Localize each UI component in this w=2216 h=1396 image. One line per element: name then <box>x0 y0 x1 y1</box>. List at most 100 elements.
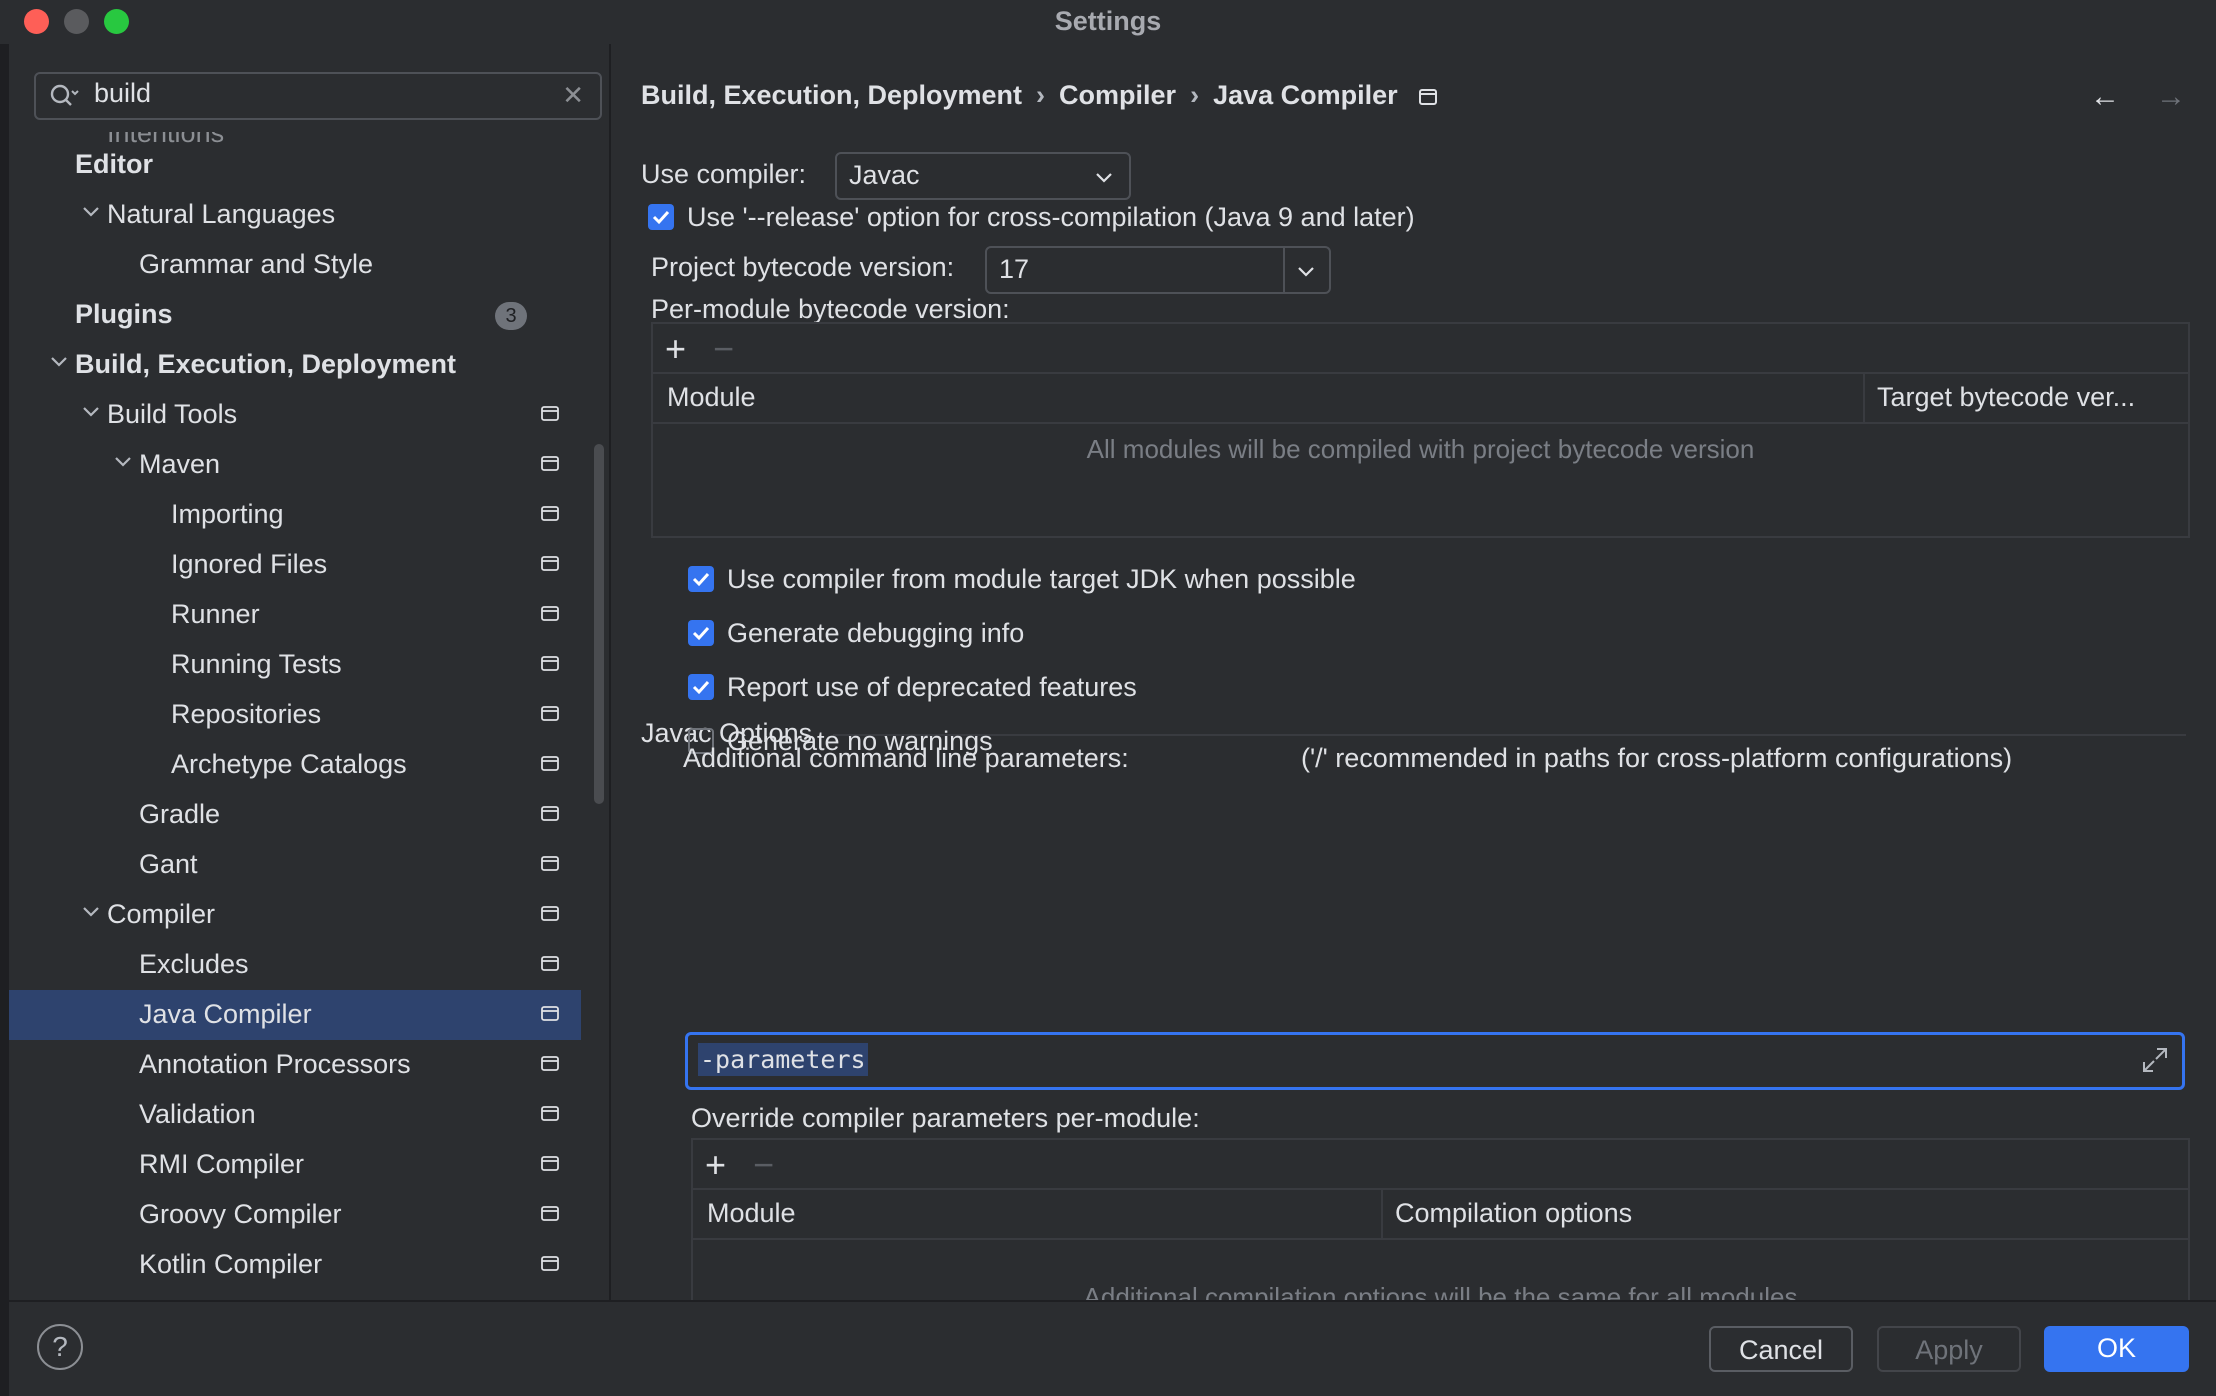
javac-option-checkbox[interactable] <box>688 674 714 700</box>
sidebar-item-ignored-files[interactable]: Ignored Files <box>9 540 581 590</box>
table-header: Module Target bytecode ver... <box>653 374 2188 424</box>
sidebar-item-label: Plugins <box>75 299 173 329</box>
release-option-checkbox[interactable] <box>648 204 674 230</box>
sidebar-item-java-compiler[interactable]: Java Compiler <box>9 990 581 1040</box>
sidebar-item-importing[interactable]: Importing <box>9 490 581 540</box>
sidebar-item-label: Maven <box>139 449 221 479</box>
sidebar-item-label: Build, Execution, Deployment <box>75 349 457 379</box>
sidebar-item-label: Build Tools <box>107 399 238 429</box>
expand-icon[interactable] <box>2140 1045 2170 1075</box>
use-compiler-label: Use compiler: <box>641 159 807 189</box>
additional-params-input[interactable]: -parameters <box>685 1032 2185 1090</box>
sidebar-item-repositories[interactable]: Repositories <box>9 690 581 740</box>
background-strip <box>0 44 9 1394</box>
sidebar-item-running-tests[interactable]: Running Tests <box>9 640 581 690</box>
sidebar-item-kotlin-compiler[interactable]: Kotlin Compiler <box>9 1240 581 1290</box>
checkmark-icon <box>692 572 710 587</box>
checkmark-icon <box>692 626 710 641</box>
additional-params-label: Additional command line parameters: <box>683 743 1129 773</box>
sidebar-item-label: Ignored Files <box>171 549 328 579</box>
column-compilation-options[interactable]: Compilation options <box>1395 1198 1632 1229</box>
add-icon[interactable]: + <box>705 1144 726 1186</box>
project-page-icon <box>541 1006 559 1021</box>
remove-icon[interactable]: − <box>753 1144 774 1186</box>
plugins-count-badge: 3 <box>495 302 527 330</box>
table-toolbar: + − <box>693 1140 2188 1190</box>
sidebar-item-groovy-compiler[interactable]: Groovy Compiler <box>9 1190 581 1240</box>
chevron-down-icon[interactable] <box>81 202 101 222</box>
sidebar-item-gradle[interactable]: Gradle <box>9 790 581 840</box>
use-compiler-dropdown[interactable]: Javac <box>835 152 1131 200</box>
release-option-label[interactable]: Use '--release' option for cross-compila… <box>687 202 1415 233</box>
chevron-down-icon[interactable] <box>49 352 69 372</box>
override-params-table: + − Module Compilation options Additiona… <box>691 1138 2190 1302</box>
settings-sidebar: build ✕ Intentions Editor Natural Language… <box>9 44 609 1300</box>
javac-option-label[interactable]: Report use of deprecated features <box>727 672 1137 703</box>
additional-params-hint: ('/' recommended in paths for cross-plat… <box>1301 743 2013 773</box>
sidebar-item-build-tools[interactable]: Build Tools <box>9 390 581 440</box>
sidebar-item-runner[interactable]: Runner <box>9 590 581 640</box>
javac-option-checkbox[interactable] <box>688 566 714 592</box>
javac-option-label[interactable]: Use compiler from module target JDK when… <box>727 564 1356 595</box>
combobox-divider <box>1283 248 1285 292</box>
sidebar-item-excludes[interactable]: Excludes <box>9 940 581 990</box>
project-page-icon <box>541 556 559 571</box>
cancel-button[interactable]: Cancel <box>1709 1326 1853 1372</box>
search-icon <box>50 84 79 106</box>
sidebar-item-plugins[interactable]: Plugins 3 <box>9 290 581 340</box>
sidebar-item-archetype-catalogs[interactable]: Archetype Catalogs <box>9 740 581 790</box>
breadcrumb: Build, Execution, Deployment › Compiler › Ja… <box>641 80 1438 111</box>
add-icon[interactable]: + <box>665 328 686 370</box>
breadcrumb-item[interactable]: Compiler <box>1059 80 1176 110</box>
sidebar-item-label: Importing <box>171 499 284 529</box>
sidebar-item-build-execution-deployment[interactable]: Build, Execution, Deployment <box>9 340 581 390</box>
apply-button[interactable]: Apply <box>1877 1326 2021 1372</box>
sidebar-item-compiler[interactable]: Compiler <box>9 890 581 940</box>
sidebar-item-gant[interactable]: Gant <box>9 840 581 890</box>
javac-option-checkbox[interactable] <box>688 620 714 646</box>
javac-option-label[interactable]: Generate debugging info <box>727 618 1024 649</box>
column-separator[interactable] <box>1381 1190 1383 1238</box>
column-module[interactable]: Module <box>667 382 756 413</box>
remove-icon[interactable]: − <box>713 328 734 370</box>
sidebar-item-maven[interactable]: Maven <box>9 440 581 490</box>
sidebar-item-grammar-and-style[interactable]: Grammar and Style <box>9 240 581 290</box>
additional-params-value[interactable]: -parameters <box>698 1043 868 1076</box>
title-bar: Settings <box>0 0 2216 44</box>
sidebar-item-label: Compiler <box>107 899 216 929</box>
dialog-footer: ? Cancel Apply OK <box>9 1300 2216 1396</box>
column-separator[interactable] <box>1863 374 1865 422</box>
column-target-bytecode[interactable]: Target bytecode ver... <box>1877 382 2135 413</box>
project-bytecode-combobox[interactable]: 17 <box>985 246 1331 294</box>
column-module[interactable]: Module <box>707 1198 796 1229</box>
sidebar-scrollbar[interactable] <box>594 444 604 804</box>
chevron-down-icon[interactable] <box>81 902 101 922</box>
clear-search-icon[interactable]: ✕ <box>562 80 584 111</box>
chevron-down-icon[interactable] <box>113 452 133 472</box>
project-page-icon <box>541 906 559 921</box>
sidebar-item-label: Editor <box>75 149 153 179</box>
chevron-down-icon[interactable] <box>81 402 101 422</box>
sidebar-item-editor[interactable]: Editor <box>9 140 581 190</box>
sidebar-item-annotation-processors[interactable]: Annotation Processors <box>9 1040 581 1090</box>
project-bytecode-value[interactable]: 17 <box>999 254 1029 285</box>
project-page-icon <box>541 756 559 771</box>
project-page-icon <box>541 1156 559 1171</box>
back-arrow-icon[interactable]: ← <box>2090 80 2120 113</box>
sidebar-item-label: Repositories <box>171 699 322 729</box>
chevron-down-icon <box>1096 173 1112 183</box>
sidebar-item-rmi-compiler[interactable]: RMI Compiler <box>9 1140 581 1190</box>
help-button[interactable]: ? <box>37 1324 83 1370</box>
ok-button[interactable]: OK <box>2044 1326 2189 1372</box>
breadcrumb-item[interactable]: Build, Execution, Deployment <box>641 80 1022 110</box>
project-page-icon <box>541 856 559 871</box>
sidebar-item-natural-languages[interactable]: Natural Languages <box>9 190 581 240</box>
override-params-label: Override compiler parameters per-module: <box>691 1103 1200 1133</box>
search-input[interactable]: build <box>94 78 151 109</box>
search-field[interactable]: build ✕ <box>34 72 602 120</box>
per-module-table: + − Module Target bytecode ver... All mo… <box>651 322 2190 538</box>
chevron-down-icon[interactable] <box>1295 260 1317 282</box>
sidebar-item-validation[interactable]: Validation <box>9 1090 581 1140</box>
checkmark-icon <box>692 680 710 695</box>
forward-arrow-icon[interactable]: → <box>2156 80 2186 113</box>
